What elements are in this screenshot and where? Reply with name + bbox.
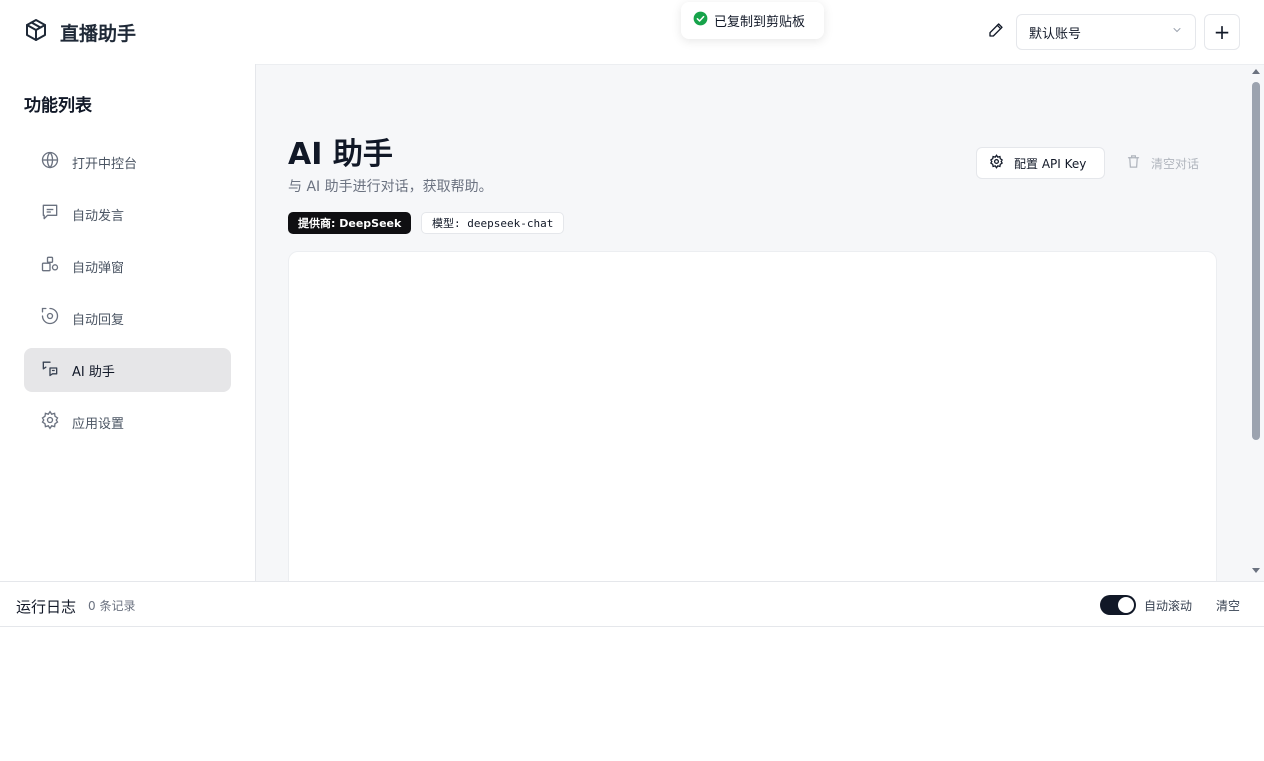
trash-icon <box>1126 154 1141 172</box>
chevron-down-icon <box>1171 24 1183 40</box>
plus-icon: + <box>1213 20 1231 44</box>
copy-toast: 已复制到剪贴板 <box>681 2 824 39</box>
scroll-up-arrow[interactable] <box>1252 69 1260 74</box>
package-icon <box>40 254 60 278</box>
log-title: 运行日志 <box>16 598 77 616</box>
page-description: 与 AI 助手进行对话，获取帮助。 <box>288 179 493 195</box>
sidebar-item-label: 应用设置 <box>72 416 125 432</box>
page-title: AI 助手 <box>288 137 393 172</box>
reply-icon <box>40 306 60 330</box>
main-scrollbar[interactable] <box>1248 64 1264 581</box>
sidebar-item-settings[interactable]: 应用设置 <box>24 400 231 444</box>
sidebar-item-auto-popup[interactable]: 自动弹窗 <box>24 244 231 288</box>
sidebar-item-label: 打开中控台 <box>72 156 138 172</box>
log-panel-header: 运行日志 0 条记录 自动滚动 清空 <box>0 581 1264 627</box>
chat-panel[interactable] <box>288 251 1217 581</box>
clear-log-button[interactable]: 清空 <box>1216 597 1240 614</box>
edit-account-button[interactable] <box>984 20 1008 44</box>
autoscroll-toggle[interactable] <box>1100 595 1136 615</box>
sidebar-item-ai-assistant[interactable]: AI 助手 <box>24 348 231 392</box>
app-title: 直播助手 <box>60 22 137 45</box>
check-circle-icon <box>693 11 708 30</box>
sidebar-title: 功能列表 <box>24 96 92 116</box>
sidebar-item-label: 自动弹窗 <box>72 260 125 276</box>
brand: 直播助手 <box>24 18 136 46</box>
gear-icon <box>989 154 1004 172</box>
sidebar-item-label: 自动回复 <box>72 312 125 328</box>
account-select-value: 默认账号 <box>1029 26 1082 42</box>
toggle-knob <box>1118 597 1134 613</box>
sidebar: 功能列表 打开中控台 自动发言 自动弹窗 自动回复 AI 助手 应用设置 <box>0 64 256 581</box>
app-header: 直播助手 默认账号 + <box>0 0 1264 64</box>
sidebar-item-console[interactable]: 打开中控台 <box>24 140 231 184</box>
cube-icon <box>24 18 48 46</box>
autoscroll-label: 自动滚动 <box>1144 599 1193 613</box>
clear-chat-label: 清空对话 <box>1151 156 1200 171</box>
globe-icon <box>40 150 60 174</box>
sidebar-item-auto-message[interactable]: 自动发言 <box>24 192 231 236</box>
sidebar-item-auto-reply[interactable]: 自动回复 <box>24 296 231 340</box>
add-account-button[interactable]: + <box>1204 14 1240 50</box>
log-body <box>0 627 1264 761</box>
log-count: 0 条记录 <box>88 599 136 613</box>
account-select[interactable]: 默认账号 <box>1016 14 1196 50</box>
pencil-icon <box>988 22 1004 42</box>
sidebar-nav: 打开中控台 自动发言 自动弹窗 自动回复 AI 助手 应用设置 <box>24 140 231 452</box>
clear-chat-button[interactable]: 清空对话 <box>1122 147 1212 179</box>
configure-api-key-button[interactable]: 配置 API Key <box>976 147 1105 179</box>
scroll-thumb[interactable] <box>1252 82 1260 440</box>
main-content: AI 助手 与 AI 助手进行对话，获取帮助。 提供商: DeepSeek 模型… <box>256 64 1264 581</box>
ai-chat-icon <box>40 358 60 382</box>
model-badge: 模型: deepseek-chat <box>421 212 565 234</box>
sidebar-item-label: 自动发言 <box>72 208 125 224</box>
sidebar-item-label: AI 助手 <box>72 364 115 380</box>
configure-api-key-label: 配置 API Key <box>1014 156 1087 171</box>
gear-icon <box>40 410 60 434</box>
toast-message: 已复制到剪贴板 <box>714 15 806 30</box>
scroll-down-arrow[interactable] <box>1252 568 1260 573</box>
message-icon <box>40 202 60 226</box>
provider-badge: 提供商: DeepSeek <box>288 212 412 234</box>
